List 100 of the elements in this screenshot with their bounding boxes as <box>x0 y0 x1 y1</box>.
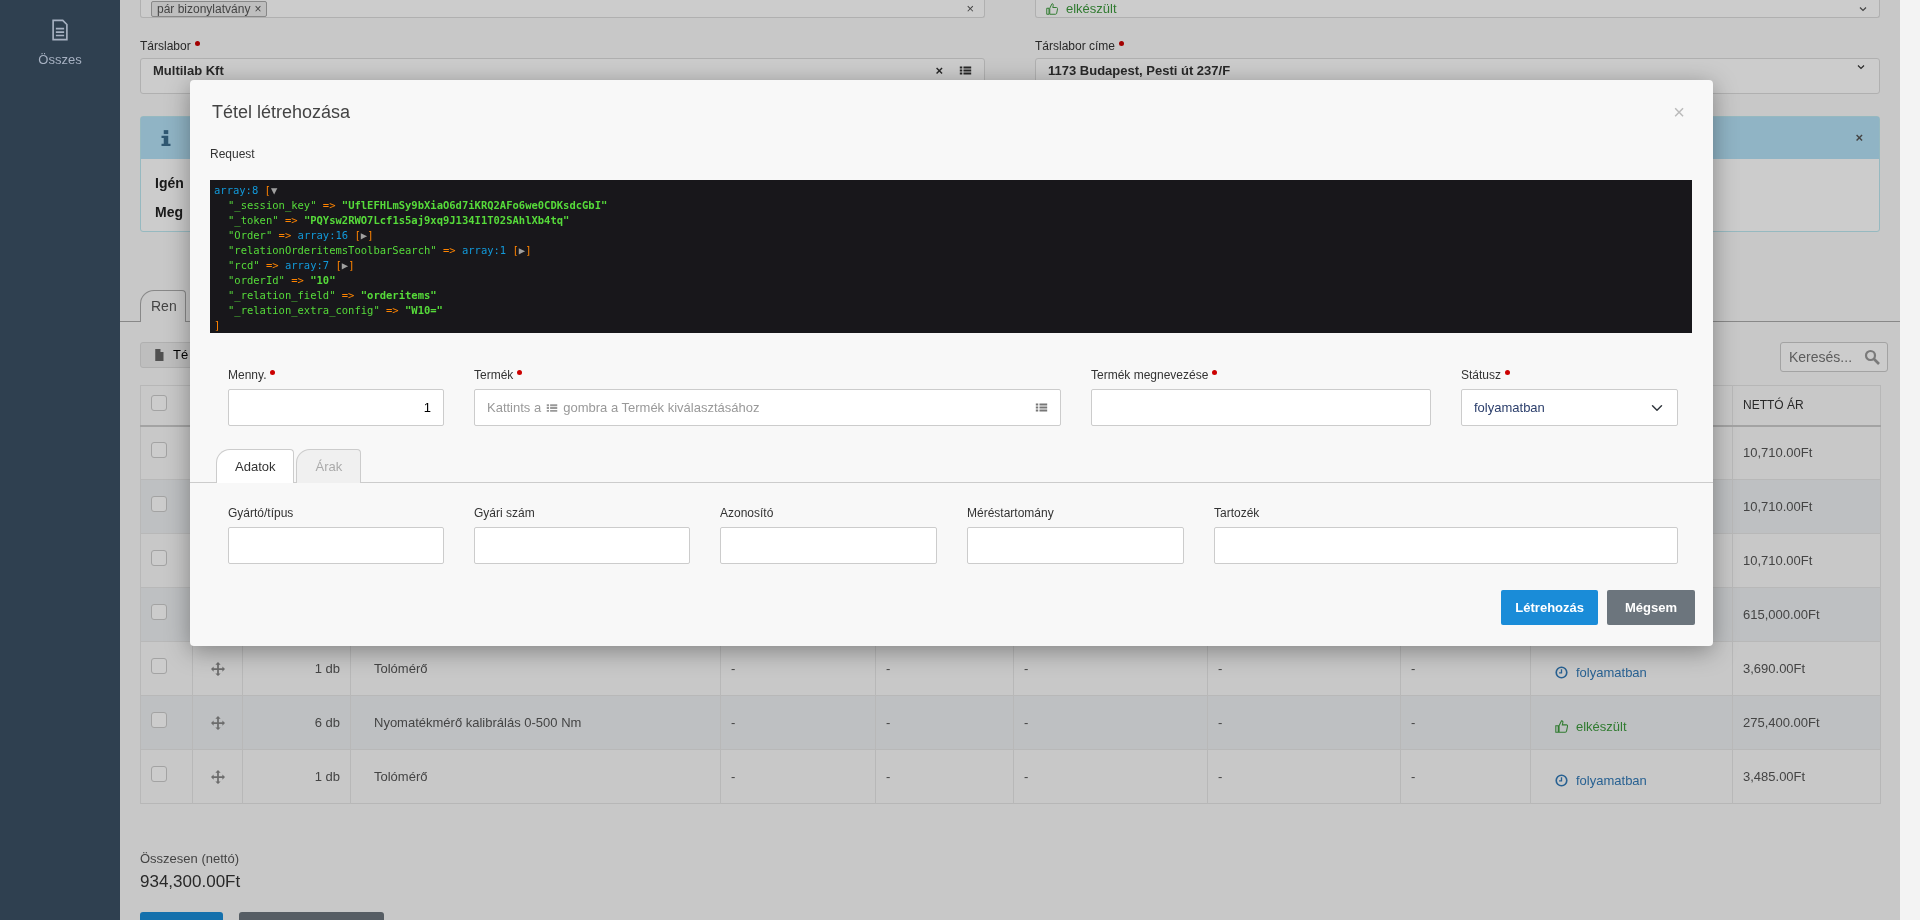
code-line: "rcd" => array:7 [▶] <box>227 258 356 273</box>
cancel-button[interactable]: Mégsem <box>1607 590 1695 625</box>
code-line: "relationOrderitemsToolbarSearch" => array:1 [▶] <box>227 243 533 258</box>
checkbox[interactable] <box>151 711 167 728</box>
quantity-field[interactable]: 1 <box>228 389 444 426</box>
table-cell: - <box>1024 714 1029 730</box>
checkbox[interactable] <box>151 765 167 782</box>
table-cell: - <box>1024 660 1029 676</box>
checkbox[interactable] <box>151 442 167 458</box>
filter-field[interactable]: elkészült <box>1035 0 1880 18</box>
close-icon[interactable]: × <box>1855 128 1863 148</box>
price-cell: 10,710.00Ft <box>1743 445 1813 460</box>
table-cell: 1 db <box>314 660 340 676</box>
field-label: Termék megnevezése <box>1091 367 1209 384</box>
field-label: Méréstartomány <box>967 505 1054 522</box>
code-line: "orderId" => "10" <box>227 273 337 288</box>
checkbox[interactable] <box>151 394 167 411</box>
table-cell: - <box>1024 768 1029 784</box>
table-cell: Nyomatékmérő kalibrálás 0-500 Nm <box>374 714 582 730</box>
thumbs-up-icon <box>1046 2 1058 15</box>
field-label: Azonosító <box>720 505 774 522</box>
table-cell: - <box>886 660 891 676</box>
file-icon <box>153 348 165 362</box>
product-field[interactable]: Kattints a gombra a Termék kiválasztásához <box>474 389 1061 426</box>
table-cell: - <box>1411 714 1416 730</box>
total-value: 934,300.00Ft <box>140 870 242 893</box>
status-select[interactable]: folyamatban <box>1461 389 1678 426</box>
code-line: "_relation_extra_config" => "W10=" <box>227 303 444 318</box>
status-text[interactable]: elkészült <box>1576 716 1627 737</box>
field-label: Státusz <box>1461 367 1502 384</box>
text-field[interactable] <box>967 527 1184 564</box>
tag-chip[interactable]: pár bizonylatvány × <box>151 0 268 17</box>
tab[interactable]: Ren <box>140 290 186 322</box>
table-cell: - <box>1218 714 1223 730</box>
field-label: Gyári szám <box>474 505 535 522</box>
checkbox[interactable] <box>151 495 167 512</box>
checkbox[interactable] <box>151 603 167 620</box>
table-cell: - <box>886 768 891 784</box>
thumbs-up-icon <box>1555 720 1568 733</box>
code-line: "_token" => "PQYsw2RWO7Lcf1s5aj9xq9J134I1T02SAhlXb4tq" <box>227 213 571 228</box>
code-line: "_session_key" => "UflEFHLmSy9bXiaO6d7iKRQ2AFo6we0CDKsdcGbI" <box>227 198 609 213</box>
info-text: Igén <box>155 174 184 193</box>
table-cell: - <box>731 714 736 730</box>
total-label: Összesen (nettó) <box>140 850 240 868</box>
field-label: Termék <box>474 367 514 384</box>
clock-icon <box>1555 666 1568 679</box>
filter-field[interactable]: pár bizonylatvány × × <box>140 0 985 18</box>
code-line: array:8 [▼ <box>214 183 279 198</box>
table-cell: 6 db <box>314 714 340 730</box>
move-icon[interactable] <box>210 715 225 730</box>
price-cell: 615,000.00Ft <box>1743 606 1820 622</box>
price-cell: 10,710.00Ft <box>1743 552 1813 568</box>
price-cell: 275,400.00Ft <box>1743 714 1820 730</box>
table-cell: - <box>731 660 736 676</box>
list-icon[interactable] <box>1035 401 1048 414</box>
info-text: Meg <box>155 203 183 222</box>
text-field[interactable] <box>228 527 444 564</box>
clear-icon[interactable]: × <box>935 61 943 81</box>
move-icon[interactable] <box>210 769 225 784</box>
text-field[interactable] <box>474 527 690 564</box>
checkbox[interactable] <box>151 657 167 674</box>
hint-text: gombra a Termék kiválasztásához <box>563 398 760 417</box>
table-cell: 1 db <box>314 768 340 784</box>
move-icon[interactable] <box>210 661 225 676</box>
field-label: Tartozék <box>1214 505 1260 522</box>
checkbox[interactable] <box>151 549 167 566</box>
select-value: Multilab Kft <box>153 62 224 80</box>
sidebar-item[interactable]: Összes <box>38 50 82 70</box>
table-cell: - <box>731 768 736 784</box>
text-field[interactable] <box>1091 389 1431 426</box>
code-line: ] <box>214 318 222 333</box>
field-label: Társlabor <box>140 38 191 55</box>
table-cell: Tolómérő <box>374 660 428 676</box>
field-label: Gyártó/típus <box>228 505 294 522</box>
tab[interactable]: Adatok <box>216 448 295 483</box>
clear-icon[interactable]: × <box>966 0 974 19</box>
text-field[interactable] <box>1214 527 1678 564</box>
text-field[interactable] <box>720 527 937 564</box>
status-text[interactable]: folyamatban <box>1576 770 1647 791</box>
table-cell: - <box>1218 768 1223 784</box>
select-value: elkészült <box>1066 0 1117 18</box>
code-line: "Order" => array:16 [▶] <box>227 228 375 243</box>
hint-text: Kattints a <box>487 398 542 417</box>
remove-icon[interactable]: × <box>254 1 262 16</box>
table-cell: - <box>1411 768 1416 784</box>
price-cell: 3,690.00Ft <box>1743 660 1806 676</box>
field-label: Menny. <box>228 367 267 384</box>
field-label: Társlabor címe <box>1035 38 1116 55</box>
list-icon[interactable] <box>959 64 972 78</box>
column-header: NETTÓ ÁR <box>1743 398 1804 413</box>
search-field[interactable]: Keresés... <box>1780 342 1888 372</box>
tag-label: pár bizonylatvány <box>157 1 251 16</box>
price-cell: 3,485.00Ft <box>1743 768 1806 784</box>
status-text[interactable]: folyamatban <box>1576 662 1647 683</box>
document-icon[interactable] <box>49 18 71 42</box>
table-cell: - <box>1218 660 1223 676</box>
table-cell: Tolómérő <box>374 768 428 784</box>
create-button[interactable]: Létrehozás <box>1501 590 1598 625</box>
select-value: 1173 Budapest, Pesti út 237/F <box>1048 62 1231 80</box>
table-cell: - <box>1411 660 1416 676</box>
